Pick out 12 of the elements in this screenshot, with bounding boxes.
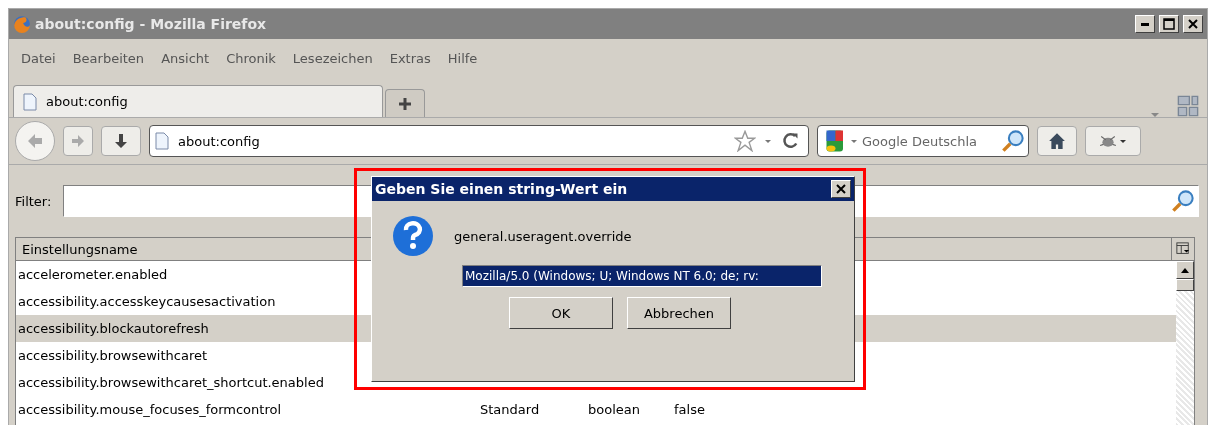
table-cell-text: accessibility.browsewithcaret_shortcut.enabled [17, 375, 324, 390]
table-cell-text: accessibility.browsewithcaret [17, 348, 208, 363]
table-cell-text: accessibility.blockautorefresh [17, 321, 209, 336]
table-cell-text: boolean [587, 402, 640, 417]
table-cell-text: false [673, 402, 705, 417]
table-cell-text: accessibility.mouse_focuses_formcontrol [17, 402, 282, 417]
dialog-title: Geben Sie einen string-Wert ein [375, 181, 629, 197]
filter-label: Filter: [15, 193, 52, 209]
table-cell-text: Standard [479, 402, 540, 417]
table-cell-text: accelerometer.enabled [17, 267, 168, 282]
table-cell-text: accessibility.accesskeycausesactivation [17, 294, 276, 309]
window-title: about:config - Mozilla Firefox [35, 16, 268, 32]
